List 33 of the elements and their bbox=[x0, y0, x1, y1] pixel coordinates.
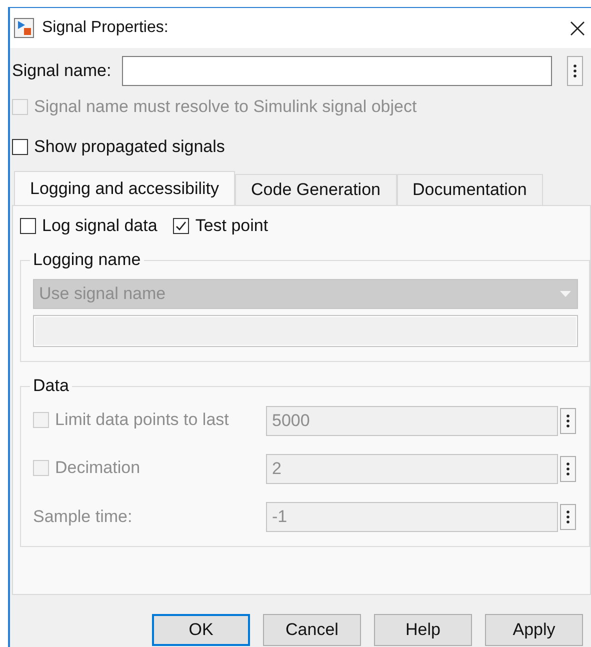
group-title: Logging name bbox=[32, 250, 142, 270]
field-label: Sample time: bbox=[33, 507, 134, 527]
window-title: Signal Properties: bbox=[42, 19, 168, 37]
vertical-dots-icon bbox=[573, 64, 578, 78]
more-options-button[interactable] bbox=[560, 504, 576, 530]
group-title: Data bbox=[32, 376, 70, 396]
dialog-button[interactable]: OK bbox=[152, 614, 250, 646]
checkbox-label: Show propagated signals bbox=[34, 137, 225, 157]
checkbox[interactable] bbox=[12, 139, 28, 155]
dropdown-arrow-icon bbox=[560, 290, 571, 298]
checkbox-label: Limit data points to last bbox=[55, 410, 229, 430]
checkbox-label: Test point bbox=[195, 216, 268, 236]
dialog-button[interactable]: Cancel bbox=[263, 614, 361, 646]
checkbox-label: Signal name must resolve to Simulink signal object bbox=[34, 97, 417, 117]
tab[interactable]: Documentation bbox=[396, 174, 543, 205]
block-diagram-icon bbox=[14, 18, 34, 38]
more-options-button[interactable] bbox=[560, 456, 576, 482]
tab[interactable]: Code Generation bbox=[235, 174, 396, 205]
more-options-button[interactable] bbox=[567, 56, 584, 86]
close-icon[interactable] bbox=[570, 20, 585, 36]
vertical-dots-icon bbox=[566, 414, 570, 428]
checkbox[interactable] bbox=[20, 218, 36, 234]
signal-name-label: Signal name: bbox=[12, 61, 112, 81]
vertical-dots-icon bbox=[566, 462, 570, 476]
dialog-button[interactable]: Help bbox=[374, 614, 472, 646]
signal-name-field[interactable] bbox=[122, 56, 552, 86]
tab[interactable]: Logging and accessibility bbox=[14, 171, 236, 205]
dialog-button[interactable]: Apply bbox=[485, 614, 583, 646]
checkbox[interactable] bbox=[173, 218, 190, 234]
checkbox-label: Decimation bbox=[55, 458, 140, 478]
checkbox-label: Log signal data bbox=[42, 216, 158, 236]
more-options-button[interactable] bbox=[560, 408, 576, 434]
vertical-dots-icon bbox=[566, 510, 570, 524]
